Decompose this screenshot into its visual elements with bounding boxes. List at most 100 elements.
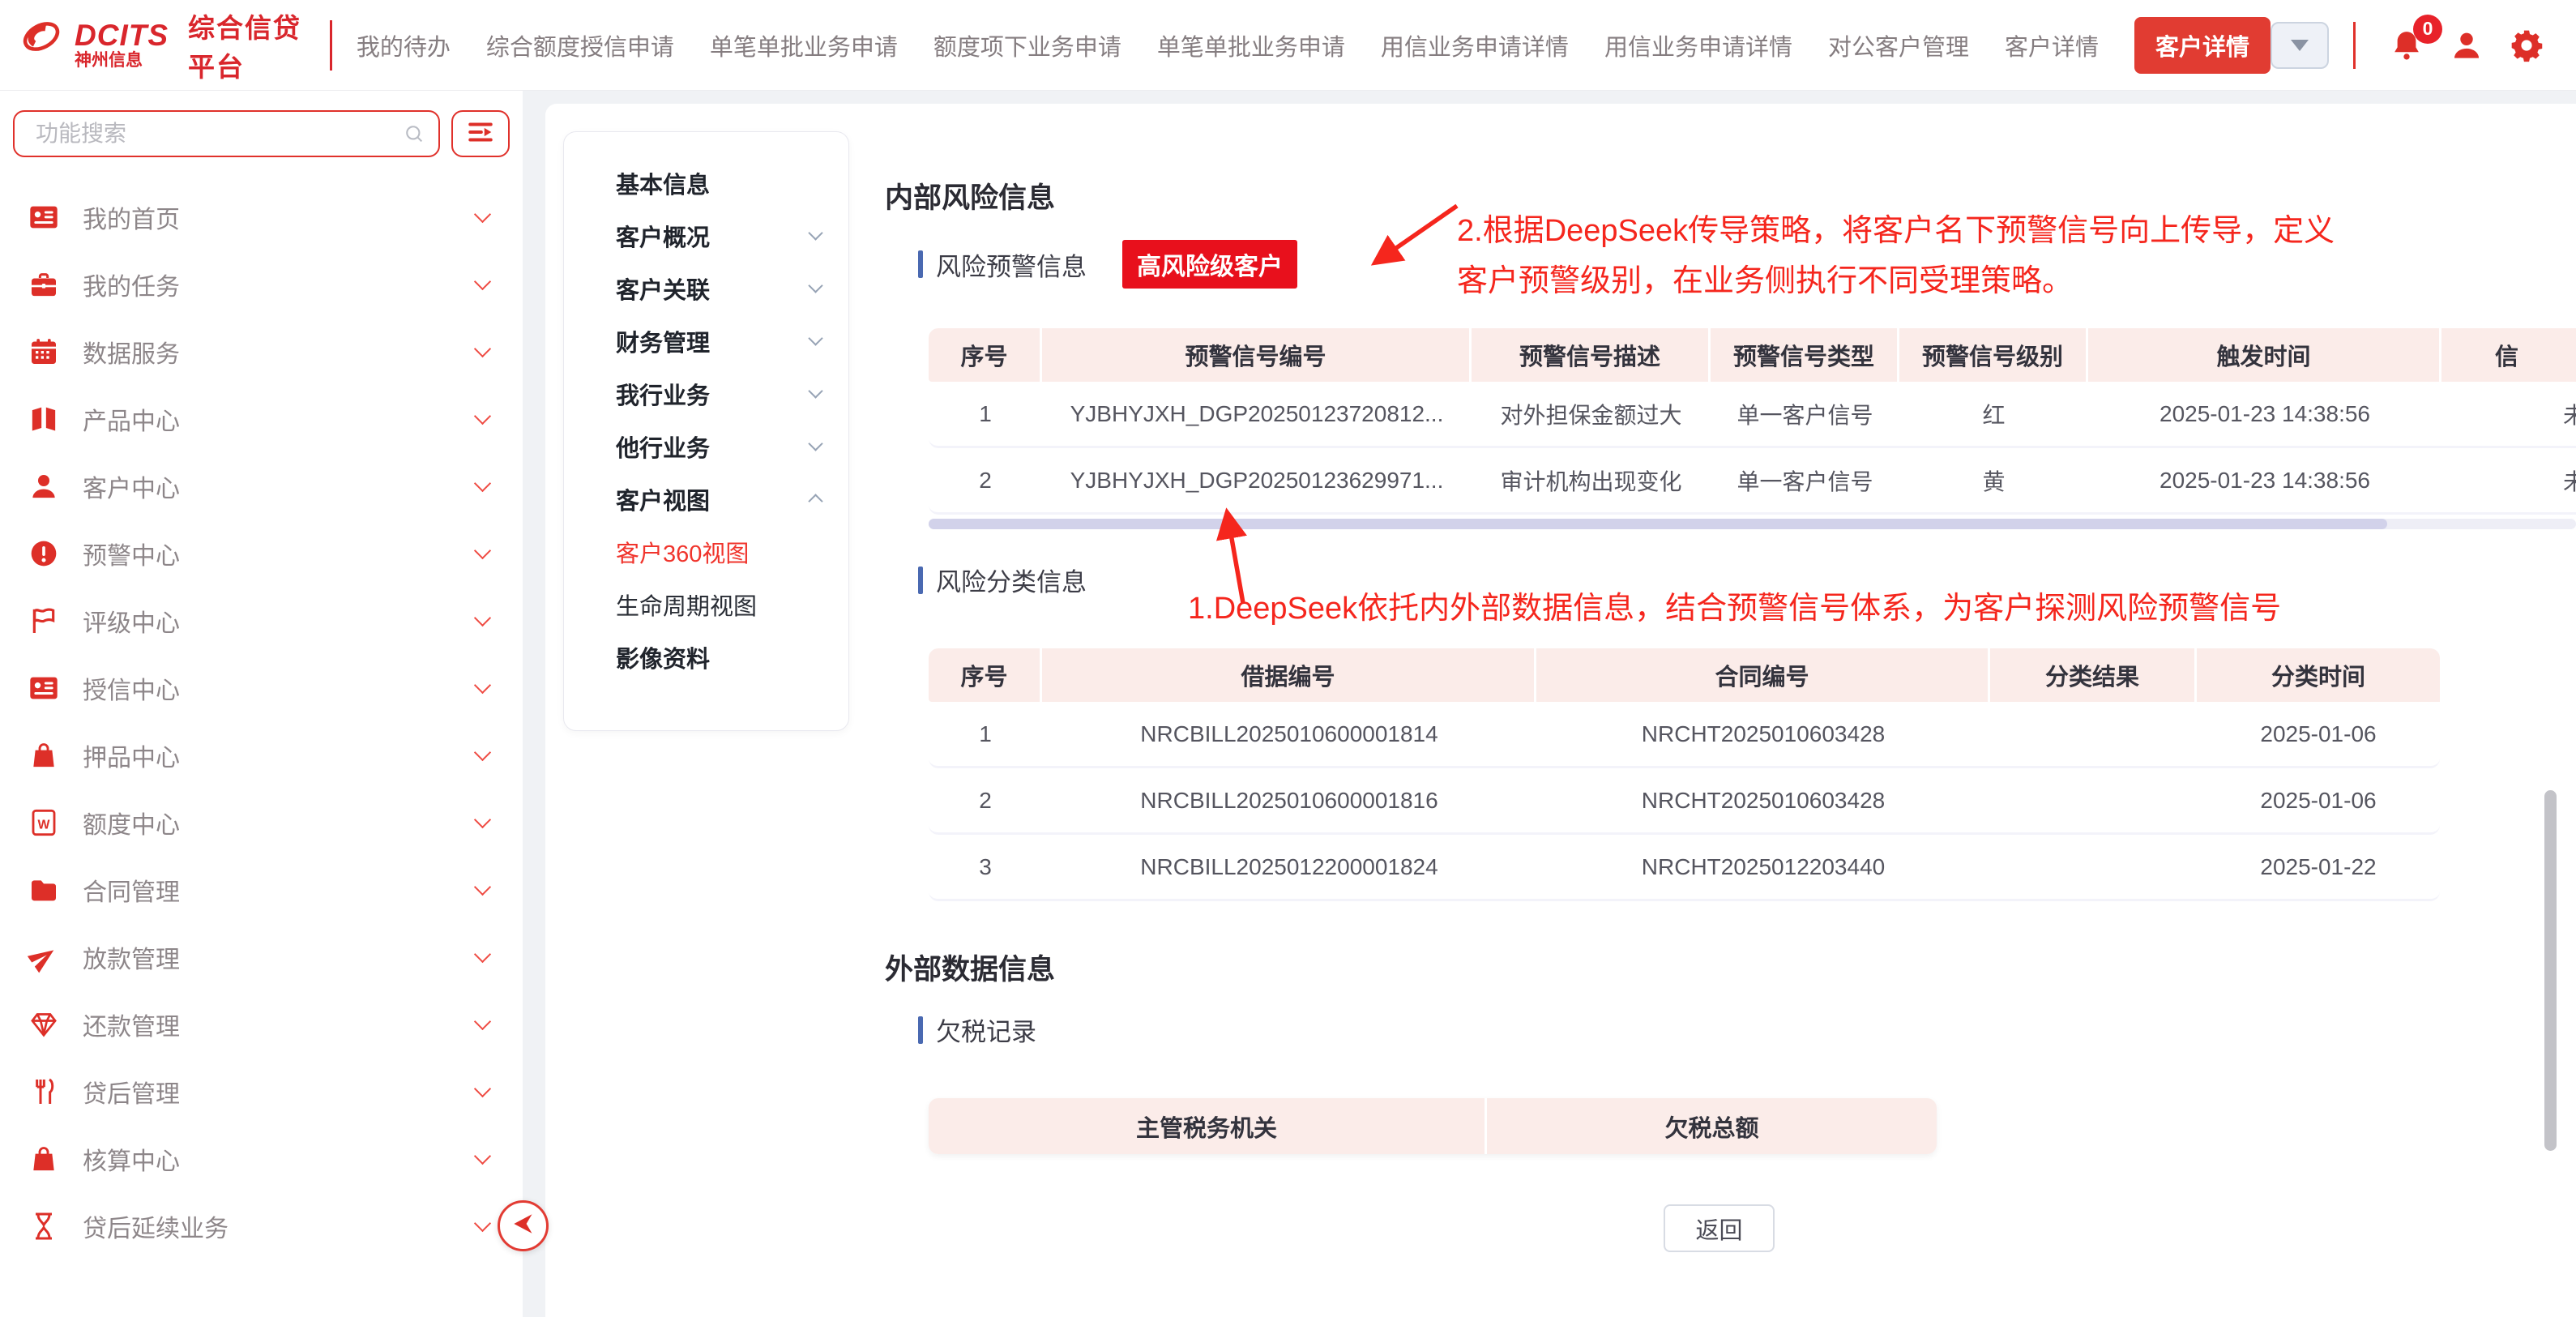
collapse-arrow-icon: [509, 1209, 538, 1242]
svg-text:W: W: [38, 818, 50, 832]
map-book-icon: [28, 403, 60, 435]
id-card-icon: [28, 201, 60, 233]
person-icon: [28, 470, 60, 502]
table-hscrollbar-track: [929, 519, 2576, 529]
top-nav: 我的待办 综合额度授信申请 单笔单批业务申请 额度项下业务申请 单笔单批业务申请…: [357, 28, 2099, 62]
sidebar-item-contract-mgmt[interactable]: 合同管理: [0, 856, 523, 923]
search-icon: [403, 122, 425, 145]
tab-credit-use-detail-1[interactable]: 用信业务申请详情: [1381, 28, 1569, 62]
sidebar-item-label: 押品中心: [83, 738, 476, 773]
diamond-icon: [28, 1008, 60, 1041]
brand-name: DCITS: [75, 20, 169, 52]
submenu-our-bank-business[interactable]: 我行业务: [564, 367, 848, 420]
bell-icon: [2389, 53, 2424, 66]
table-row[interactable]: 1 YJBHYJXH_DGP20250123720812... 对外担保金额过大…: [929, 382, 2576, 448]
notification-bell-icon[interactable]: 0: [2389, 28, 2424, 63]
chevron-down-icon: [474, 1080, 491, 1097]
submenu-lifecycle-view[interactable]: 生命周期视图: [564, 578, 848, 631]
alert-icon: [28, 537, 60, 570]
sidebar-item-label: 客户中心: [83, 468, 476, 504]
sidebar-item-label: 我的首页: [83, 199, 476, 235]
tab-customer-detail[interactable]: 客户详情: [2005, 28, 2099, 62]
sidebar-item-rating-center[interactable]: 评级中心: [0, 587, 523, 654]
internal-risk-heading: 内部风险信息: [885, 175, 1055, 216]
risk-warning-title: 风险预警信息: [936, 246, 1087, 283]
sidebar-item-credit-center[interactable]: 授信中心: [0, 654, 523, 721]
sidebar-item-my-tasks[interactable]: 我的任务: [0, 250, 523, 318]
sidebar-item-my-home[interactable]: 我的首页: [0, 183, 523, 250]
tab-comprehensive-credit[interactable]: 综合额度授信申请: [486, 28, 674, 62]
tab-customer-detail-active[interactable]: 客户详情: [2134, 17, 2271, 74]
table-row[interactable]: 3 NRCBILL2025012200001824 NRCHT202501220…: [929, 835, 2440, 901]
bag-icon: [28, 1143, 60, 1175]
chevron-down-icon: [474, 945, 491, 962]
submenu-image-data[interactable]: 影像资料: [564, 631, 848, 683]
sidebar-item-label: 贷后延续业务: [83, 1208, 476, 1244]
chevron-down-icon: [808, 278, 822, 293]
sidebar-item-post-loan-continuation[interactable]: 贷后延续业务: [0, 1192, 523, 1259]
submenu-customer-relation[interactable]: 客户关联: [564, 262, 848, 314]
sidebar-item-label: 产品中心: [83, 401, 476, 437]
submenu-customer-view[interactable]: 客户视图: [564, 472, 848, 525]
sidebar-item-label: 还款管理: [83, 1007, 476, 1042]
app-window: DCITS 神州信息 综合信贷平台 我的待办 综合额度授信申请 单笔单批业务申请…: [0, 0, 2576, 1317]
classification-table-wrap: 序号 借据编号 合同编号 分类结果 分类时间 1 NRCBILL20250106…: [929, 648, 2440, 901]
tab-my-todo[interactable]: 我的待办: [357, 28, 451, 62]
chevron-down-icon: [474, 205, 491, 222]
tab-single-batch-2[interactable]: 单笔单批业务申请: [1157, 28, 1345, 62]
user-profile-icon[interactable]: [2449, 28, 2484, 63]
submenu-customer-overview[interactable]: 客户概况: [564, 209, 848, 262]
sidebar-item-loan-disbursement[interactable]: 放款管理: [0, 923, 523, 990]
brand-divider: [330, 20, 331, 71]
tab-corporate-customer-mgmt[interactable]: 对公客户管理: [1828, 28, 1969, 62]
warning-signal-table-viewport: 序号 预警信号编号 预警信号描述 预警信号类型 预警信号级别 触发时间 信 1 …: [929, 328, 2576, 515]
submenu-finance-mgmt[interactable]: 财务管理: [564, 314, 848, 367]
tax-table: 主管税务机关 欠税总额: [929, 1098, 1937, 1154]
tab-overflow-dropdown[interactable]: [2271, 22, 2329, 69]
chevron-down-icon: [474, 272, 491, 289]
sidebar-item-customer-center[interactable]: 客户中心: [0, 452, 523, 520]
sidebar-item-label: 评级中心: [83, 603, 476, 639]
sidebar-item-limit-center[interactable]: W额度中心: [0, 789, 523, 856]
topbar-divider: [2353, 22, 2356, 69]
utensils-icon: [28, 1075, 60, 1108]
tab-single-batch-1[interactable]: 单笔单批业务申请: [710, 28, 898, 62]
briefcase-icon: [28, 268, 60, 301]
sidebar-collapse-button[interactable]: [498, 1200, 549, 1251]
sidebar-item-repayment-mgmt[interactable]: 还款管理: [0, 990, 523, 1058]
sidebar-item-warning-center[interactable]: 预警中心: [0, 520, 523, 587]
document-icon: W: [28, 806, 60, 839]
chevron-down-icon: [808, 331, 822, 345]
sidebar-item-label: 我的任务: [83, 267, 476, 302]
chevron-down-icon: [474, 407, 491, 424]
function-search-input[interactable]: [13, 110, 440, 157]
sidebar-item-product-center[interactable]: 产品中心: [0, 385, 523, 452]
submenu-basic-info[interactable]: 基本信息: [564, 156, 848, 209]
person-icon: [2449, 53, 2484, 66]
table-row[interactable]: 2 YJBHYJXH_DGP20250123629971... 审计机构出现变化…: [929, 448, 2576, 515]
page-vscrollbar-thumb[interactable]: [2544, 790, 2557, 1151]
table-row[interactable]: 1 NRCBILL2025010600001814 NRCHT202501060…: [929, 702, 2440, 768]
table-row[interactable]: 2 NRCBILL2025010600001816 NRCHT202501060…: [929, 768, 2440, 835]
submenu-customer-360-view[interactable]: 客户360视图: [564, 525, 848, 578]
settings-gear-icon[interactable]: [2509, 28, 2544, 63]
sidebar-item-post-loan-mgmt[interactable]: 贷后管理: [0, 1058, 523, 1125]
table-header-row: 主管税务机关 欠税总额: [929, 1098, 1937, 1154]
tab-credit-use-detail-2[interactable]: 用信业务申请详情: [1604, 28, 1792, 62]
sidebar-item-collateral-center[interactable]: 押品中心: [0, 721, 523, 789]
back-button[interactable]: 返回: [1664, 1204, 1775, 1252]
tab-under-limit[interactable]: 额度项下业务申请: [933, 28, 1121, 62]
chevron-down-icon: [2291, 40, 2309, 51]
annotation-2: 2.根据DeepSeek传导策略，将客户名下预警信号向上传导，定义 客户预警级别…: [1457, 206, 2335, 306]
sidebar-item-accounting-center[interactable]: 核算中心: [0, 1125, 523, 1192]
submenu-other-bank-business[interactable]: 他行业务: [564, 420, 848, 472]
sidebar: 我的首页 我的任务 数据服务 产品中心 客户中心 预警中心 评级中心 授信中心 …: [0, 91, 523, 1317]
sidebar-item-label: 放款管理: [83, 939, 476, 975]
sidebar-item-data-services[interactable]: 数据服务: [0, 318, 523, 385]
menu-collapse-button[interactable]: [451, 110, 510, 157]
id-card-icon: [28, 672, 60, 704]
chevron-up-icon: [808, 494, 822, 508]
section-bar: [918, 1016, 923, 1044]
table-hscrollbar-thumb[interactable]: [929, 519, 2387, 529]
sidebar-item-label: 数据服务: [83, 334, 476, 370]
